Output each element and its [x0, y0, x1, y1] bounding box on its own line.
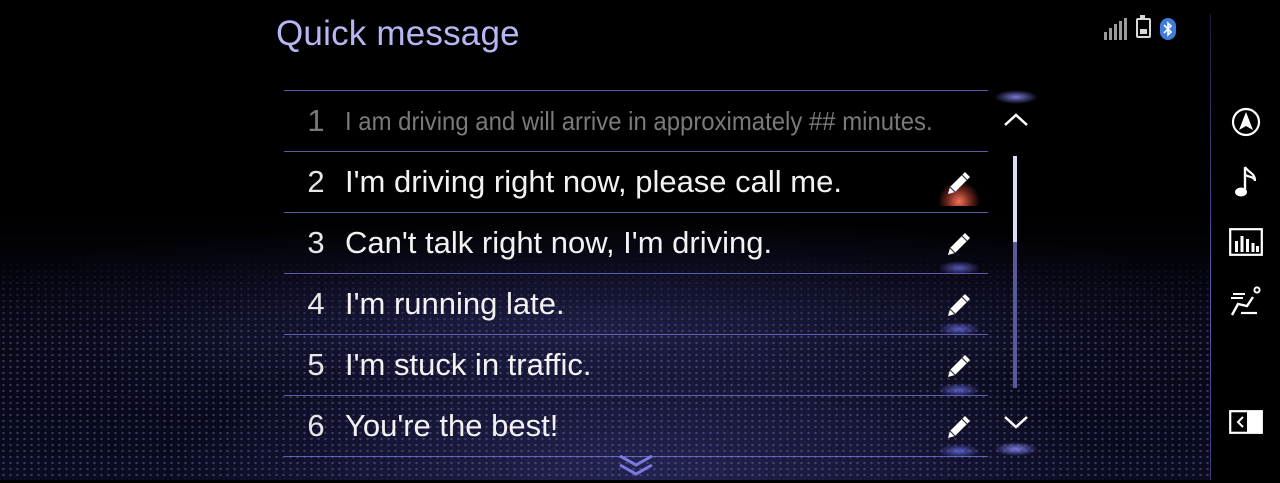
scrollbar[interactable] — [994, 90, 1038, 456]
bluetooth-icon — [1160, 18, 1176, 40]
battery-icon — [1136, 15, 1151, 38]
edit-message-button[interactable] — [934, 160, 984, 206]
message-text: I'm stuck in traffic. — [345, 347, 592, 382]
side-menu-navigation[interactable] — [1224, 102, 1268, 142]
side-menu-divider — [1210, 14, 1211, 480]
side-menu-audio[interactable] — [1224, 222, 1268, 262]
message-number: 3 — [307, 225, 325, 260]
side-menu-climate[interactable] — [1224, 282, 1268, 322]
message-row[interactable]: 1 I am driving and will arrive in approx… — [284, 90, 988, 151]
quick-message-list: 1 I am driving and will arrive in approx… — [284, 90, 988, 458]
navigation-icon — [1231, 107, 1261, 137]
edit-message-button[interactable] — [934, 343, 984, 397]
message-row[interactable]: 4 I'm running late. — [284, 273, 988, 336]
chevron-up-icon — [1004, 113, 1028, 126]
message-text: You're the best! — [345, 408, 559, 443]
music-note-icon — [1235, 166, 1257, 197]
message-row[interactable]: 5 I'm stuck in traffic. — [284, 334, 988, 397]
signal-strength-icon — [1104, 18, 1127, 40]
page-title: Quick message — [276, 14, 520, 53]
audio-equalizer-icon — [1229, 228, 1263, 256]
status-bar — [1104, 15, 1176, 40]
side-menu-split-screen[interactable] — [1224, 402, 1268, 442]
pencil-icon — [948, 416, 970, 438]
message-text: I'm running late. — [345, 286, 565, 321]
side-menu-music[interactable] — [1224, 162, 1268, 202]
message-text: I'm driving right now, please call me. — [345, 164, 842, 199]
screen-split-icon — [1229, 410, 1263, 434]
climate-seat-icon — [1230, 286, 1261, 316]
message-number: 2 — [307, 164, 325, 199]
edit-message-button[interactable] — [934, 282, 984, 336]
message-number: 5 — [307, 347, 325, 382]
side-menu — [1224, 0, 1268, 480]
message-row[interactable]: 3 Can't talk right now, I'm driving. — [284, 212, 988, 275]
chevron-down-icon — [1004, 416, 1028, 429]
more-below-indicator — [617, 452, 655, 478]
double-chevron-down-icon — [619, 454, 653, 476]
scroll-up-button[interactable] — [994, 90, 1038, 150]
scroll-down-button[interactable] — [994, 392, 1038, 456]
message-row[interactable]: 2 I'm driving right now, please call me. — [284, 151, 988, 212]
message-text: I am driving and will arrive in approxim… — [345, 106, 933, 136]
pencil-icon — [948, 172, 970, 194]
scroll-track[interactable] — [1013, 156, 1017, 388]
message-row[interactable]: 6 You're the best! — [284, 395, 988, 458]
pencil-icon — [948, 355, 970, 377]
message-number: 4 — [307, 286, 325, 321]
pencil-icon — [948, 233, 970, 255]
message-number: 6 — [307, 408, 325, 443]
scroll-thumb[interactable] — [1013, 156, 1017, 242]
edit-message-button[interactable] — [934, 221, 984, 275]
message-number: 1 — [307, 103, 325, 138]
message-text: Can't talk right now, I'm driving. — [345, 225, 773, 260]
edit-message-button[interactable] — [934, 404, 984, 458]
pencil-icon — [948, 294, 970, 316]
